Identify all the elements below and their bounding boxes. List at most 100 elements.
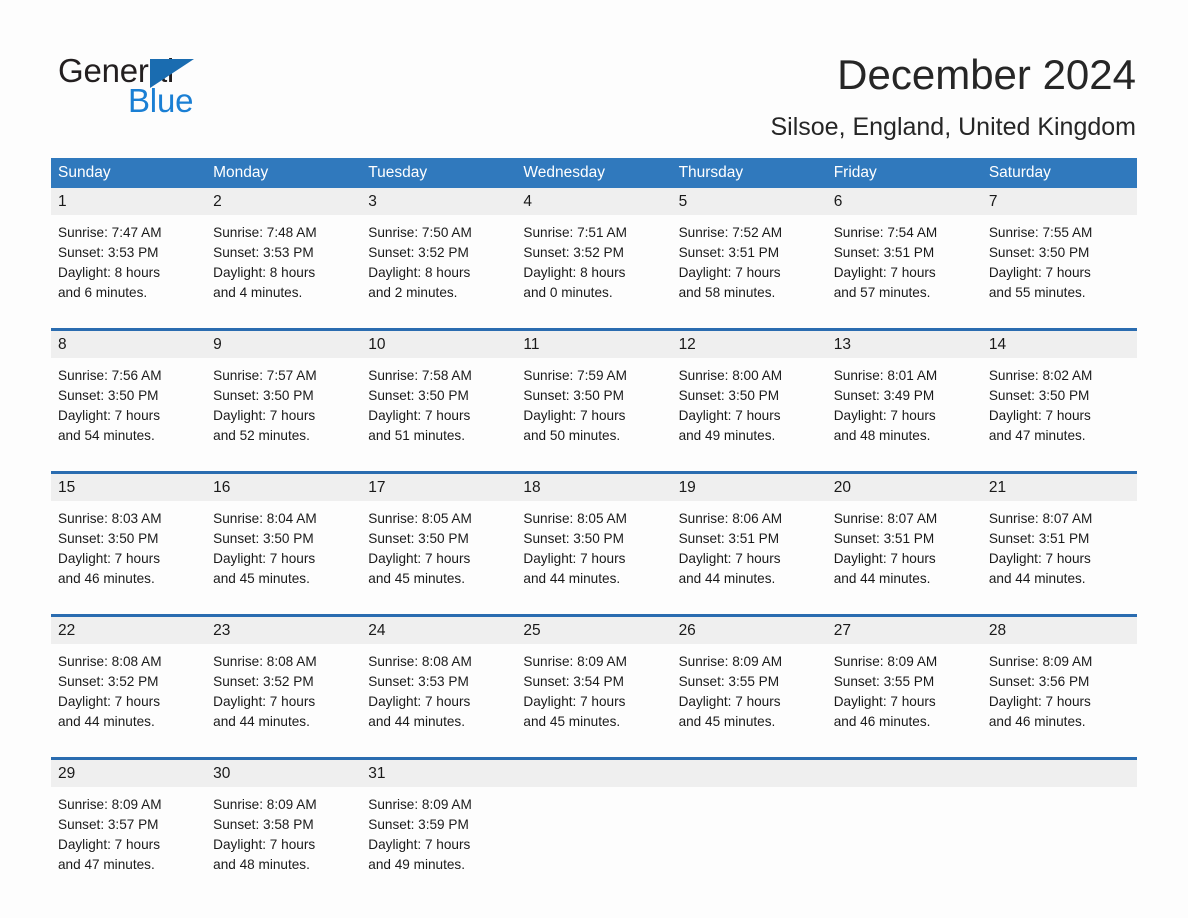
day-cell[interactable]: 1 Sunrise: 7:47 AM Sunset: 3:53 PM Daylight…	[51, 188, 207, 315]
week-body: 15 Sunrise: 8:03 AM Sunset: 3:50 PM Dayligh…	[51, 474, 1137, 601]
sunset-text	[834, 815, 982, 835]
day-details: Sunrise: 8:08 AM Sunset: 3:53 PM Daylight:…	[361, 644, 516, 744]
day-number: 22	[51, 617, 207, 644]
day-cell-empty	[826, 760, 982, 887]
day-details: Sunrise: 8:01 AM Sunset: 3:49 PM Daylight:…	[827, 358, 982, 458]
daylight-text-line1: Daylight: 7 hours	[833, 551, 936, 566]
daylight-text-line1: Daylight: 7 hours	[988, 694, 1091, 709]
weekday-header-thursday: Thursday	[678, 164, 744, 181]
day-cell[interactable]: 22 Sunrise: 8:08 AM Sunset: 3:52 PM Dayligh…	[51, 617, 207, 744]
sunrise-text: Sunrise: 8:02 AM	[988, 368, 1093, 383]
location-subtitle: Silsoe, England, United Kingdom	[770, 113, 1136, 141]
week-body: 8 Sunrise: 7:56 AM Sunset: 3:50 PM Daylight…	[51, 331, 1137, 458]
day-cell[interactable]: 10 Sunrise: 7:58 AM Sunset: 3:50 PM Dayligh…	[361, 331, 517, 458]
daylight-text-line2: and 58 minutes.	[678, 285, 776, 300]
day-cell[interactable]: 6 Sunrise: 7:54 AM Sunset: 3:51 PM Daylight…	[826, 188, 982, 315]
day-cell[interactable]: 30 Sunrise: 8:09 AM Sunset: 3:58 PM Dayligh…	[206, 760, 362, 887]
day-details: Sunrise: 7:59 AM Sunset: 3:50 PM Daylight:…	[516, 358, 671, 458]
sunrise-text: Sunrise: 8:08 AM	[213, 654, 317, 669]
daylight-text-line1: Daylight: 7 hours	[213, 408, 316, 423]
day-details: Sunrise: 8:02 AM Sunset: 3:50 PM Daylight:…	[982, 358, 1137, 458]
sunrise-text: Sunrise: 8:09 AM	[833, 654, 938, 669]
day-cell[interactable]: 11 Sunrise: 7:59 AM Sunset: 3:50 PM Dayligh…	[516, 331, 672, 458]
day-cell[interactable]: 20 Sunrise: 8:07 AM Sunset: 3:51 PM Dayligh…	[826, 474, 982, 601]
day-details: Sunrise: 8:09 AM Sunset: 3:54 PM Daylight:…	[516, 644, 671, 744]
day-cell[interactable]: 29 Sunrise: 8:09 AM Sunset: 3:57 PM Dayligh…	[51, 760, 207, 887]
day-cell[interactable]: 23 Sunrise: 8:08 AM Sunset: 3:52 PM Dayligh…	[206, 617, 362, 744]
day-cell[interactable]: 8 Sunrise: 7:56 AM Sunset: 3:50 PM Daylight…	[51, 331, 207, 458]
day-cell[interactable]: 4 Sunrise: 7:51 AM Sunset: 3:52 PM Daylight…	[516, 188, 672, 315]
day-cell[interactable]: 24 Sunrise: 8:08 AM Sunset: 3:53 PM Dayligh…	[361, 617, 517, 744]
sunset-text: Sunset: 3:50 PM	[368, 388, 469, 403]
sunset-text: Sunset: 3:51 PM	[988, 531, 1090, 546]
day-details: Sunrise: 8:03 AM Sunset: 3:50 PM Daylight:…	[51, 501, 206, 601]
daylight-text-line2: and 51 minutes.	[368, 428, 466, 443]
day-number: 5	[671, 188, 827, 215]
sunrise-text: Sunrise: 7:57 AM	[213, 368, 317, 383]
daylight-text-line1: Daylight: 7 hours	[988, 265, 1091, 280]
week-gap	[51, 458, 1137, 471]
day-cell[interactable]: 18 Sunrise: 8:05 AM Sunset: 3:50 PM Dayligh…	[516, 474, 672, 601]
day-cell[interactable]: 31 Sunrise: 8:09 AM Sunset: 3:59 PM Dayligh…	[361, 760, 517, 887]
day-details: Sunrise: 8:09 AM Sunset: 3:58 PM Daylight:…	[206, 787, 361, 887]
day-cell[interactable]: 2 Sunrise: 7:48 AM Sunset: 3:53 PM Daylight…	[206, 188, 362, 315]
sunset-text: Sunset: 3:50 PM	[58, 388, 159, 403]
sunset-text: Sunset: 3:52 PM	[523, 245, 624, 260]
daylight-text-line2	[679, 855, 827, 875]
sunrise-text: Sunrise: 8:00 AM	[678, 368, 783, 383]
day-cell[interactable]: 13 Sunrise: 8:01 AM Sunset: 3:49 PM Dayligh…	[826, 331, 982, 458]
day-cell[interactable]: 26 Sunrise: 8:09 AM Sunset: 3:55 PM Dayligh…	[671, 617, 827, 744]
sunrise-text: Sunrise: 8:01 AM	[833, 368, 938, 383]
day-cell[interactable]: 17 Sunrise: 8:05 AM Sunset: 3:50 PM Dayligh…	[361, 474, 517, 601]
daylight-text-line1: Daylight: 8 hours	[368, 265, 471, 280]
day-cell[interactable]: 9 Sunrise: 7:57 AM Sunset: 3:50 PM Daylight…	[206, 331, 362, 458]
sunset-text: Sunset: 3:53 PM	[58, 245, 159, 260]
day-cell[interactable]: 14 Sunrise: 8:02 AM Sunset: 3:50 PM Dayligh…	[981, 331, 1137, 458]
daylight-text-line1: Daylight: 7 hours	[213, 551, 316, 566]
daylight-text-line2: and 44 minutes.	[678, 571, 776, 586]
day-number: 6	[826, 188, 982, 215]
day-number: 16	[206, 474, 362, 501]
day-cell[interactable]: 16 Sunrise: 8:04 AM Sunset: 3:50 PM Dayligh…	[206, 474, 362, 601]
day-details	[516, 787, 671, 887]
day-cell[interactable]: 12 Sunrise: 8:00 AM Sunset: 3:50 PM Dayligh…	[671, 331, 827, 458]
day-cell[interactable]: 28 Sunrise: 8:09 AM Sunset: 3:56 PM Dayligh…	[981, 617, 1137, 744]
day-details: Sunrise: 8:00 AM Sunset: 3:50 PM Daylight:…	[672, 358, 827, 458]
day-cell[interactable]: 19 Sunrise: 8:06 AM Sunset: 3:51 PM Dayligh…	[671, 474, 827, 601]
daylight-text-line1: Daylight: 7 hours	[213, 837, 316, 852]
day-cell[interactable]: 3 Sunrise: 7:50 AM Sunset: 3:52 PM Daylight…	[361, 188, 517, 315]
day-number: 14	[981, 331, 1137, 358]
week-gap	[51, 601, 1137, 614]
sunset-text: Sunset: 3:50 PM	[988, 388, 1090, 403]
day-cell[interactable]: 7 Sunrise: 7:55 AM Sunset: 3:50 PM Daylight…	[981, 188, 1137, 315]
sunrise-text: Sunrise: 8:06 AM	[678, 511, 783, 526]
day-details: Sunrise: 7:56 AM Sunset: 3:50 PM Daylight:…	[51, 358, 206, 458]
general-blue-logo: General Blue	[58, 52, 318, 119]
day-cell[interactable]: 25 Sunrise: 8:09 AM Sunset: 3:54 PM Dayligh…	[516, 617, 672, 744]
sunset-text: Sunset: 3:51 PM	[833, 531, 935, 546]
day-details: Sunrise: 7:58 AM Sunset: 3:50 PM Daylight:…	[361, 358, 516, 458]
daylight-text-line1: Daylight: 7 hours	[523, 408, 626, 423]
day-cell[interactable]: 21 Sunrise: 8:07 AM Sunset: 3:51 PM Dayligh…	[981, 474, 1137, 601]
day-cell[interactable]: 27 Sunrise: 8:09 AM Sunset: 3:55 PM Dayligh…	[826, 617, 982, 744]
day-cell[interactable]: 5 Sunrise: 7:52 AM Sunset: 3:51 PM Daylight…	[671, 188, 827, 315]
daylight-text-line1: Daylight: 8 hours	[523, 265, 626, 280]
day-details: Sunrise: 8:05 AM Sunset: 3:50 PM Daylight:…	[516, 501, 671, 601]
daylight-text-line1: Daylight: 7 hours	[678, 408, 781, 423]
calendar-week-row: 15 Sunrise: 8:03 AM Sunset: 3:50 PM Dayligh…	[51, 471, 1137, 601]
day-number: 3	[361, 188, 517, 215]
daylight-text-line1: Daylight: 8 hours	[213, 265, 316, 280]
sunset-text: Sunset: 3:50 PM	[368, 531, 469, 546]
sunset-text: Sunset: 3:51 PM	[678, 245, 780, 260]
day-details: Sunrise: 7:48 AM Sunset: 3:53 PM Daylight:…	[206, 215, 361, 315]
sunset-text: Sunset: 3:55 PM	[833, 674, 935, 689]
day-details: Sunrise: 8:04 AM Sunset: 3:50 PM Daylight:…	[206, 501, 361, 601]
daylight-text-line2: and 6 minutes.	[58, 285, 148, 300]
daylight-text-line2: and 47 minutes.	[58, 857, 155, 872]
day-cell[interactable]: 15 Sunrise: 8:03 AM Sunset: 3:50 PM Dayligh…	[51, 474, 207, 601]
sunrise-text: Sunrise: 7:50 AM	[368, 225, 472, 240]
daylight-text-line2: and 55 minutes.	[988, 285, 1086, 300]
logo-text-blue: Blue	[128, 82, 194, 119]
sunrise-text: Sunrise: 8:07 AM	[988, 511, 1093, 526]
sunset-text: Sunset: 3:49 PM	[833, 388, 935, 403]
